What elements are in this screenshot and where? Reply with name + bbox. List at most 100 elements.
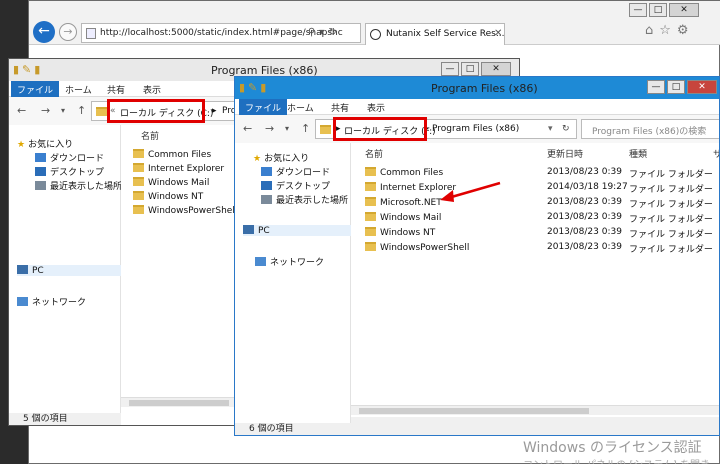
desktop-icon <box>261 181 272 190</box>
list-item[interactable]: Windows NT <box>133 191 203 205</box>
back-icon[interactable]: ← <box>17 104 26 117</box>
tab-file[interactable]: ファイル <box>239 99 288 115</box>
window-controls: — □ ✕ <box>441 62 513 76</box>
folder-icon <box>133 149 144 158</box>
site-favicon-icon <box>370 29 381 40</box>
folder-icon <box>365 212 376 221</box>
recent-places-icon <box>35 181 46 190</box>
window-controls: — □ ✕ <box>647 80 719 94</box>
nav-favorites[interactable]: ★ お気に入り <box>17 137 73 150</box>
highlight-box <box>333 117 427 141</box>
download-icon <box>261 167 272 176</box>
search-box[interactable]: Program Files (x86)の検索 <box>581 119 719 139</box>
status-item-count: 6 個の項目 <box>249 424 294 434</box>
recent-dropdown-icon[interactable]: ▾ <box>61 106 65 115</box>
browser-minimize-button[interactable]: — <box>629 3 647 17</box>
table-row[interactable]: Windows NT 2013/08/23 0:39 ファイル フォルダー <box>365 227 719 241</box>
forward-icon[interactable]: → <box>265 122 274 135</box>
breadcrumb-folder[interactable]: Program Files (x86) <box>432 124 519 134</box>
folder-icon <box>365 242 376 251</box>
tab-title: Nutanix Self Service Res... <box>386 29 505 39</box>
tab-home[interactable]: ホーム <box>287 101 314 114</box>
refresh-icon[interactable]: ↻ <box>562 124 570 134</box>
folder-icon <box>365 227 376 236</box>
nav-favorites[interactable]: ★ お気に入り <box>253 151 309 164</box>
tab-share[interactable]: 共有 <box>331 101 349 114</box>
nav-network[interactable]: ネットワーク <box>255 255 324 268</box>
nav-desktop[interactable]: デスクトップ <box>35 165 104 178</box>
column-type[interactable]: 種類 <box>629 147 647 160</box>
browser-tab[interactable]: Nutanix Self Service Res... ✕ <box>365 23 505 45</box>
table-row[interactable]: Common Files 2013/08/23 0:39 ファイル フォルダー <box>365 167 719 181</box>
quick-access-icons[interactable]: ▮✎▮ <box>239 81 269 94</box>
browser-close-button[interactable]: ✕ <box>669 3 699 17</box>
forward-arrow-icon[interactable]: → <box>59 23 77 41</box>
download-icon <box>35 153 46 162</box>
close-button[interactable]: ✕ <box>481 62 511 76</box>
star-icon: ★ <box>17 140 26 150</box>
recent-dropdown-icon[interactable]: ▾ <box>285 124 289 133</box>
list-item[interactable]: WindowsPowerShell <box>133 205 237 219</box>
list-item[interactable]: Internet Explorer <box>133 163 224 177</box>
column-modified[interactable]: 更新日時 <box>547 147 583 160</box>
column-size[interactable]: サ <box>713 147 719 160</box>
nav-recent[interactable]: 最近表示した場所 <box>261 193 348 206</box>
nav-downloads[interactable]: ダウンロード <box>261 165 330 178</box>
table-row[interactable]: WindowsPowerShell 2013/08/23 0:39 ファイル フォル… <box>365 242 719 256</box>
folder-icon <box>133 163 144 172</box>
horizontal-scrollbar[interactable] <box>351 405 719 415</box>
up-arrow-icon[interactable]: ↑ <box>301 122 310 135</box>
folder-icon <box>365 182 376 191</box>
scroll-thumb[interactable] <box>359 408 589 414</box>
maximize-button[interactable]: □ <box>461 62 479 76</box>
close-button[interactable]: ✕ <box>687 80 717 94</box>
browser-window-controls: — □ ✕ <box>629 3 701 17</box>
list-item[interactable]: Common Files <box>133 149 211 163</box>
address-url: http://localhost:5000/static/index.html#… <box>100 28 343 38</box>
address-tools-icons[interactable]: ⚲▾↻ <box>308 27 341 38</box>
title-bar[interactable]: ▮✎▮ Program Files (x86) — □ ✕ <box>235 77 719 99</box>
column-name[interactable]: 名前 <box>141 129 159 142</box>
minimize-button[interactable]: — <box>647 80 665 94</box>
table-row[interactable]: Internet Explorer 2014/03/18 19:27 ファイル フォ… <box>365 182 719 196</box>
column-name[interactable]: 名前 <box>365 147 383 160</box>
table-row[interactable]: Microsoft.NET 2013/08/23 0:39 ファイル フォルダー <box>365 197 719 211</box>
scroll-thumb[interactable] <box>129 400 229 406</box>
tab-close-icon[interactable]: ✕ <box>494 28 502 39</box>
up-arrow-icon[interactable]: ↑ <box>77 104 86 117</box>
activation-watermark-title: Windows のライセンス認証 <box>523 440 702 456</box>
tab-view[interactable]: 表示 <box>367 101 385 114</box>
maximize-button[interactable]: □ <box>667 80 685 94</box>
nav-pc[interactable]: PC <box>243 225 351 236</box>
nav-pc[interactable]: PC <box>17 265 121 276</box>
back-icon[interactable]: ← <box>243 122 252 135</box>
nav-network[interactable]: ネットワーク <box>17 295 86 308</box>
desktop-icon <box>35 167 46 176</box>
tab-share[interactable]: 共有 <box>107 83 125 96</box>
explorer-window-front[interactable]: ▮✎▮ Program Files (x86) — □ ✕ ファイル ホーム 共有 … <box>234 76 720 436</box>
address-bar[interactable]: http://localhost:5000/static/index.html#… <box>81 23 361 43</box>
network-icon <box>255 257 266 266</box>
folder-icon <box>365 197 376 206</box>
browser-menu-icons[interactable]: ⌂☆⚙ <box>645 23 695 38</box>
tab-view[interactable]: 表示 <box>143 83 161 96</box>
nav-desktop[interactable]: デスクトップ <box>261 179 330 192</box>
page-icon <box>86 28 96 39</box>
table-row[interactable]: Windows Mail 2013/08/23 0:39 ファイル フォルダー <box>365 212 719 226</box>
breadcrumb-dropdown-icon[interactable]: ▾ <box>548 124 553 134</box>
recent-places-icon <box>261 195 272 204</box>
folder-icon <box>365 167 376 176</box>
minimize-button[interactable]: — <box>441 62 459 76</box>
nav-downloads[interactable]: ダウンロード <box>35 151 104 164</box>
list-item[interactable]: Windows Mail <box>133 177 209 191</box>
quick-access-icons[interactable]: ▮✎▮ <box>13 63 43 76</box>
browser-maximize-button[interactable]: □ <box>649 3 667 17</box>
pc-icon <box>17 265 28 274</box>
folder-icon <box>133 205 144 214</box>
forward-icon[interactable]: → <box>41 104 50 117</box>
window-title: Program Files (x86) <box>431 82 538 95</box>
nav-recent[interactable]: 最近表示した場所 <box>35 179 122 192</box>
back-arrow-icon[interactable]: ← <box>33 21 55 43</box>
tab-file[interactable]: ファイル <box>11 81 60 97</box>
tab-home[interactable]: ホーム <box>65 83 92 96</box>
